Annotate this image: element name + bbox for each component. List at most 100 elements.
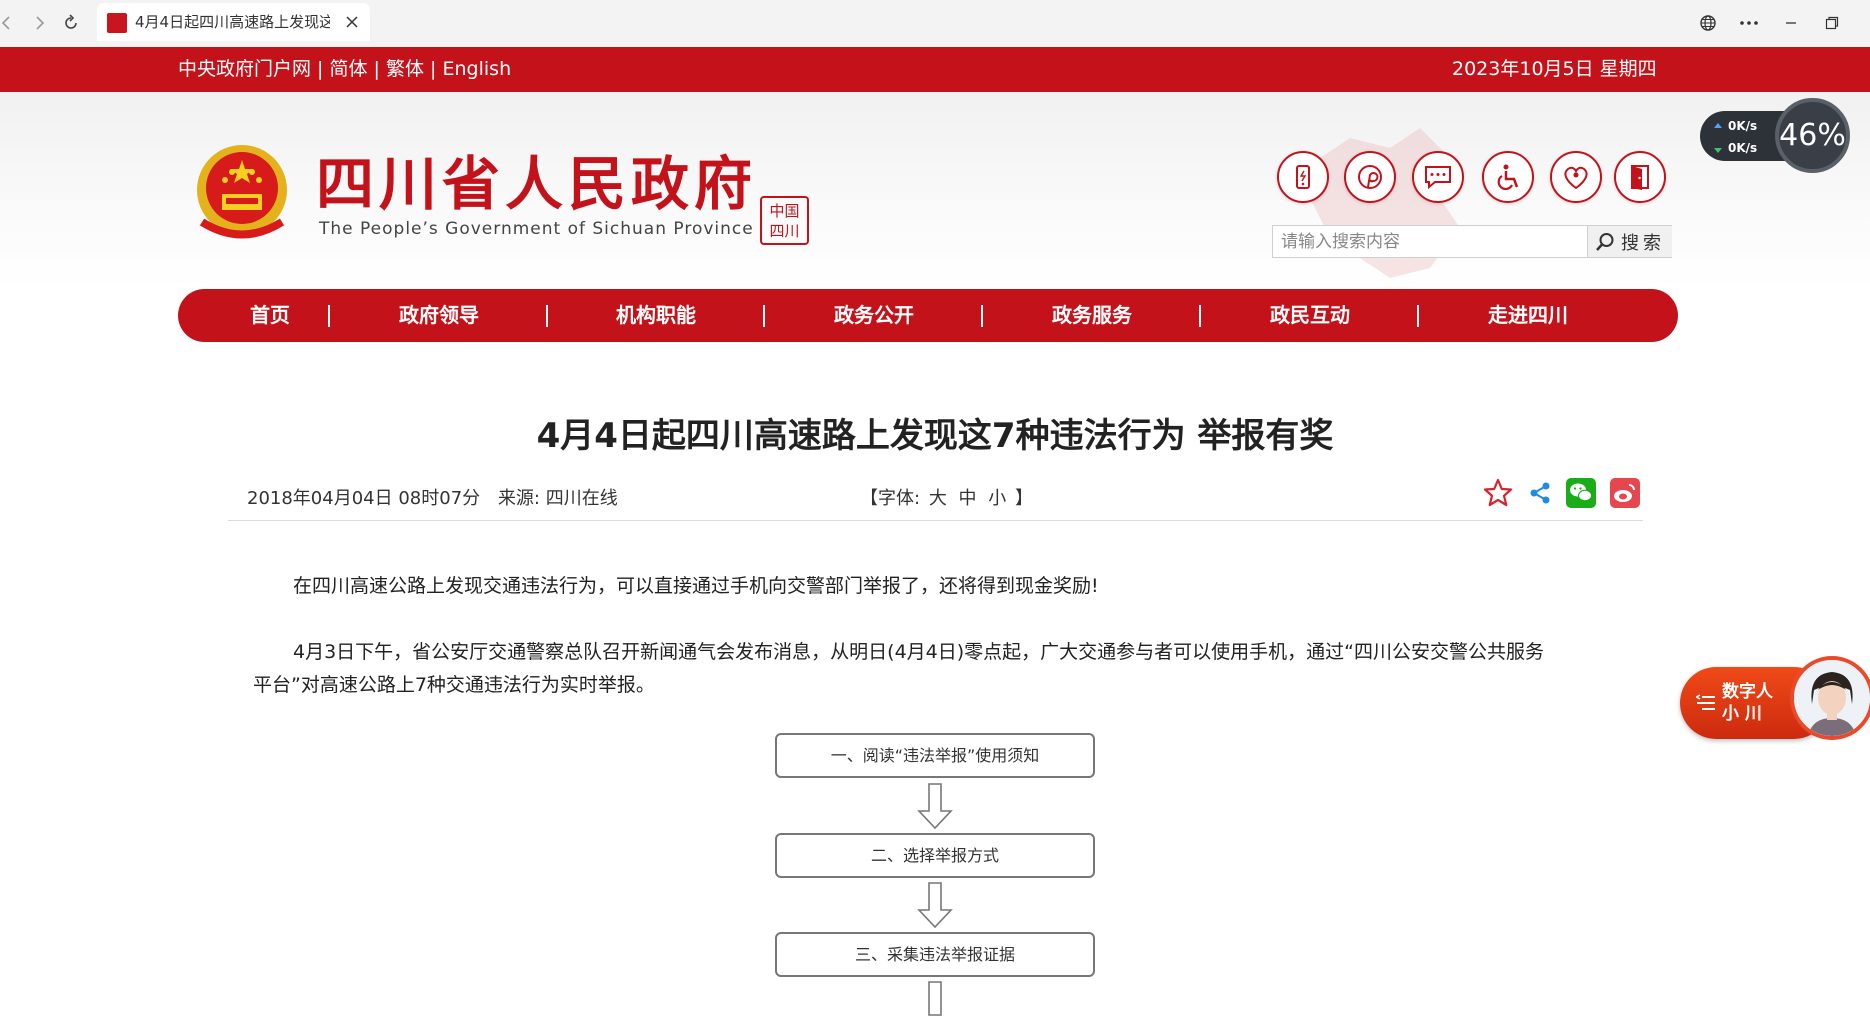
traditional-link[interactable]: 繁体 — [386, 58, 424, 80]
minimize-button[interactable] — [1778, 10, 1804, 36]
nav-separator — [1417, 305, 1419, 327]
article-source: 四川在线 — [545, 488, 618, 509]
flow-arrow-down-icon — [917, 882, 953, 928]
globe-icon — [1700, 15, 1716, 31]
digital-human-label: 数字人 小 川 — [1722, 681, 1773, 725]
current-date: 2023年10月5日 星期四 — [1452, 58, 1657, 80]
search-input[interactable] — [1273, 226, 1586, 257]
flow-arrow-down-icon — [917, 783, 953, 829]
source-label: 来源: — [497, 488, 540, 509]
site-title: 四川省人民政府 — [316, 150, 758, 218]
pinterest-button[interactable] — [1344, 151, 1396, 203]
more-dots-icon — [1740, 21, 1758, 25]
avatar-icon — [1794, 660, 1870, 736]
menu-lines-icon — [1696, 694, 1715, 710]
more-menu-button[interactable] — [1736, 10, 1762, 36]
nav-leadership[interactable]: 政府领导 — [399, 289, 479, 342]
reload-icon — [65, 14, 77, 29]
article-title: 4月4日起四川高速路上发现这7种违法行为 举报有奖 — [536, 416, 1334, 456]
accessibility-icon — [1497, 164, 1519, 190]
mobile-icon — [1296, 165, 1310, 189]
font-label-open: 【字体: — [860, 488, 921, 509]
favorite-button[interactable] — [1483, 478, 1513, 508]
site-subtitle: The People’s Government of Sichuan Provi… — [319, 219, 754, 239]
top-strip: 中央政府门户网 | 简体 | 繁体 | English 2023年10月5日 星… — [0, 47, 1870, 92]
main-nav: 首页 政府领导 机构职能 政务公开 政务服务 政民互动 走进四川 — [178, 289, 1678, 342]
forward-button[interactable] — [26, 10, 52, 36]
favicon-icon — [107, 13, 127, 33]
flow-step-3: 三、采集违法举报证据 — [775, 932, 1095, 977]
simplified-link[interactable]: 简体 — [330, 58, 368, 80]
separator: | — [311, 58, 330, 80]
font-label-close: 】 — [1015, 488, 1034, 509]
nav-gov-services[interactable]: 政务服务 — [1052, 289, 1132, 342]
english-link[interactable]: English — [443, 58, 512, 80]
digital-human-widget[interactable]: 数字人 小 川 — [1680, 656, 1870, 754]
flow-step-2: 二、选择举报方式 — [775, 833, 1095, 878]
search-button-label: 搜索 — [1621, 232, 1665, 254]
restore-icon — [1825, 16, 1839, 30]
browser-tab[interactable]: 4月4日起四川高速路上发现这 — [97, 3, 370, 41]
translate-button[interactable] — [1695, 10, 1721, 36]
back-button[interactable] — [0, 10, 20, 36]
article-divider — [228, 520, 1643, 521]
wechat-share-button[interactable] — [1566, 478, 1596, 508]
nav-about-sichuan[interactable]: 走进四川 — [1488, 289, 1568, 342]
font-medium[interactable]: 中 — [959, 488, 977, 509]
search-box: 搜索 — [1272, 225, 1672, 258]
share-button[interactable] — [1525, 478, 1555, 508]
digital-human-line-2: 小 川 — [1722, 704, 1762, 724]
minimize-icon — [1786, 22, 1796, 24]
article-meta: 2018年04月04日 08时07分 来源: 四川在线 — [247, 484, 618, 510]
reload-button[interactable] — [58, 10, 84, 36]
nav-institutions[interactable]: 机构职能 — [616, 289, 696, 342]
article-paragraph-2-line-2: 平台”对高速公路上7种交通违法行为实时举报。 — [253, 674, 655, 696]
national-emblem-icon — [197, 145, 287, 239]
mobile-version-button[interactable] — [1277, 151, 1329, 203]
upload-arrow-icon — [1714, 123, 1722, 128]
network-speed-widget[interactable]: 0K/s 0K/s 46% — [1700, 98, 1850, 173]
back-arrow-icon — [1, 16, 10, 30]
share-icon — [1530, 482, 1550, 504]
tab-title: 4月4日起四川高速路上发现这 — [135, 13, 330, 31]
forward-arrow-icon — [36, 16, 45, 30]
exit-door-icon — [1631, 165, 1649, 190]
nav-interaction[interactable]: 政民互动 — [1270, 289, 1350, 342]
search-button[interactable]: 搜索 — [1587, 226, 1672, 257]
separator: | — [424, 58, 443, 80]
favorite-star-icon — [1483, 478, 1513, 507]
sichuan-map-icon — [1310, 128, 1460, 278]
download-arrow-icon — [1714, 148, 1722, 153]
weibo-share-button[interactable] — [1610, 478, 1640, 508]
elderly-care-button[interactable] — [1550, 151, 1602, 203]
font-small[interactable]: 小 — [988, 488, 1006, 509]
flow-arrow-down-icon — [928, 981, 942, 1016]
font-large[interactable]: 大 — [929, 488, 947, 509]
browser-chrome: 4月4日起四川高速路上发现这 — [0, 0, 1870, 47]
nav-separator — [328, 305, 330, 327]
weibo-icon — [1610, 478, 1640, 508]
sichuan-seal: 中国四川 — [760, 196, 809, 245]
article-date: 2018年04月04日 08时07分 — [247, 488, 481, 509]
accessibility-button[interactable] — [1482, 151, 1534, 203]
wechat-icon — [1566, 478, 1596, 508]
nav-separator — [1199, 305, 1201, 327]
restore-button[interactable] — [1819, 10, 1845, 36]
nav-separator — [981, 305, 983, 327]
upload-speed: 0K/s — [1728, 119, 1758, 133]
exit-button[interactable] — [1614, 151, 1666, 203]
nav-home[interactable]: 首页 — [250, 289, 290, 342]
flow-step-1: 一、阅读“违法举报”使用须知 — [775, 733, 1095, 778]
nav-separator — [763, 305, 765, 327]
central-gov-link[interactable]: 中央政府门户网 — [178, 58, 311, 80]
tab-close-button[interactable] — [342, 12, 362, 32]
message-button[interactable] — [1412, 151, 1464, 203]
nav-separator — [546, 305, 548, 327]
digital-human-line-1: 数字人 — [1722, 682, 1773, 702]
article-paragraph-1: 在四川高速公路上发现交通违法行为，可以直接通过手机向交警部门举报了，还将得到现金… — [293, 575, 1099, 597]
nav-gov-affairs[interactable]: 政务公开 — [834, 289, 914, 342]
elderly-care-icon — [1564, 166, 1588, 190]
message-icon — [1425, 166, 1451, 190]
search-icon — [1596, 232, 1614, 251]
digital-human-avatar[interactable] — [1790, 656, 1870, 740]
